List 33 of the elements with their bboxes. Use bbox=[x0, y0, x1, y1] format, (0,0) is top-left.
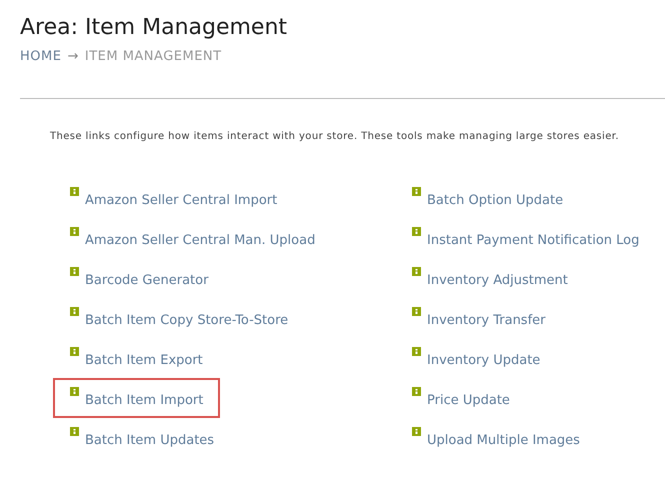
description-text: These links configure how items interact with your store. These tools make managing large stores easier. bbox=[50, 131, 620, 142]
tool-link[interactable]: Upload Multiple Images bbox=[427, 433, 580, 449]
tool-link[interactable]: Instant Payment Notification Log bbox=[427, 233, 640, 249]
tool-link[interactable]: Inventory Update bbox=[427, 353, 540, 369]
info-icon bbox=[412, 307, 421, 316]
info-icon bbox=[70, 427, 79, 436]
breadcrumb-home-link[interactable]: HOME bbox=[20, 48, 62, 66]
tool-link[interactable]: Batch Item Copy Store-To-Store bbox=[85, 313, 288, 329]
info-icon bbox=[412, 387, 421, 396]
info-icon bbox=[70, 187, 79, 196]
info-icon bbox=[70, 267, 79, 276]
info-icon bbox=[412, 227, 421, 236]
tool-link[interactable]: Barcode Generator bbox=[85, 273, 208, 289]
breadcrumb-current: ITEM MANAGEMENT bbox=[84, 48, 222, 66]
tool-link[interactable]: Inventory Transfer bbox=[427, 313, 546, 329]
tool-link[interactable]: Price Update bbox=[427, 393, 510, 409]
tool-link[interactable]: Batch Option Update bbox=[427, 193, 564, 209]
info-icon bbox=[412, 347, 421, 356]
tool-link[interactable]: Inventory Adjustment bbox=[427, 273, 568, 289]
page-title: Area: Item Management bbox=[20, 14, 288, 42]
info-icon bbox=[412, 427, 421, 436]
tool-link[interactable]: Batch Item Import bbox=[85, 393, 204, 409]
info-icon bbox=[70, 387, 79, 396]
info-icon bbox=[70, 347, 79, 356]
tool-link[interactable]: Batch Item Export bbox=[85, 353, 203, 369]
info-icon bbox=[412, 187, 421, 196]
tool-link[interactable]: Amazon Seller Central Man. Upload bbox=[85, 233, 316, 249]
tool-link[interactable]: Amazon Seller Central Import bbox=[85, 193, 278, 209]
info-icon bbox=[412, 267, 421, 276]
breadcrumb-separator: → bbox=[67, 48, 79, 66]
tool-link[interactable]: Batch Item Updates bbox=[85, 433, 214, 449]
info-icon bbox=[70, 307, 79, 316]
info-icon bbox=[70, 227, 79, 236]
